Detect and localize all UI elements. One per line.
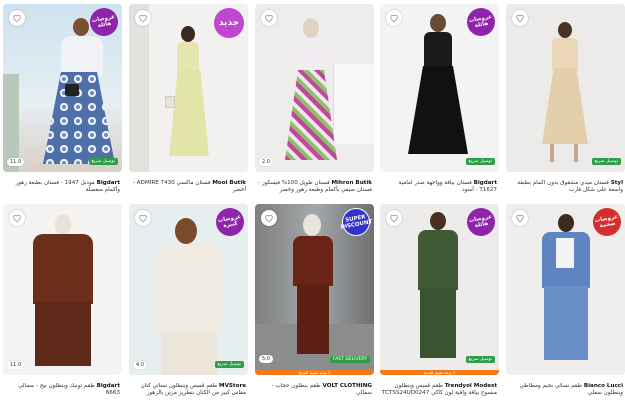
product-title[interactable]: Trendyol Modest طقم قميص وبنطلون منسوج ب… [380, 383, 499, 397]
brand-name: VOLT CLOTHING [322, 383, 372, 389]
product-image[interactable]: عروضات هائلة توصيل سريع [380, 4, 499, 172]
product-card[interactable]: عروضات ضخمة Bianco Lucci طقم نسائي بجيم … [506, 204, 625, 397]
promo-badge: عروضات كبيرة [213, 205, 247, 239]
product-title[interactable]: Mooi Butik فستان ماكسي ADMIRE 7430 - أخض… [129, 180, 248, 194]
product-card[interactable]: توصيل سريع Styl فستان ميدي مشقوق بدون أك… [506, 4, 625, 194]
favorite-heart-icon[interactable] [9, 210, 25, 226]
product-title[interactable]: Bianco Lucci طقم نسائي بجيم ومطاطي وبنطل… [506, 383, 625, 397]
shipping-badge: توصيل سريع [591, 158, 621, 165]
product-image[interactable]: عروضات هائلة 11.0 توصيل سريع [3, 4, 122, 172]
shipping-badge: توصيل سريع [88, 158, 118, 165]
favorite-heart-icon[interactable] [512, 210, 528, 226]
rating-badge: 2.0 [259, 158, 273, 166]
product-card[interactable]: 2.0 Mihron Butik فستان طويل 100% فيسكوز … [255, 4, 374, 194]
product-title[interactable]: Bigdart مودبل 1947 - فستان بطبعة زهور وأ… [3, 180, 122, 194]
favorite-heart-icon[interactable] [135, 210, 151, 226]
favorite-heart-icon[interactable] [135, 10, 151, 26]
brand-name: MVStore [219, 383, 246, 389]
product-image[interactable]: عروضات ضخمة [506, 204, 625, 375]
product-title[interactable]: Bigdart فستان بياقة وواجهة صدر أمامية T1… [380, 180, 499, 194]
favorite-heart-icon[interactable] [512, 10, 528, 26]
product-card[interactable]: 11.0 Bigdart طقم تونيك وبنطلون بيج - سما… [3, 204, 122, 397]
favorite-heart-icon[interactable] [386, 210, 402, 226]
product-title[interactable]: Bigdart طقم تونيك وبنطلون بيج - سمالي 66… [3, 383, 122, 397]
promo-badge: عروضات هائلة [464, 5, 498, 39]
rating-badge: 4.0 [133, 361, 147, 369]
promo-badge: عروضات هائلة [87, 5, 121, 39]
product-title[interactable]: MVStore طقم قميص وبنطلون نسائي كتان مقاس… [129, 383, 248, 397]
product-card[interactable]: عروضات هائلة توصيل سريع لا يوجد تقييم لل… [380, 204, 499, 397]
favorite-heart-icon[interactable] [261, 10, 277, 26]
product-card[interactable]: عروضات هائلة 11.0 توصيل سريع Bigdart مود… [3, 4, 122, 194]
promo-badge: عروضات هائلة [464, 205, 498, 239]
favorite-heart-icon[interactable] [9, 10, 25, 26]
new-badge: جديد [214, 8, 244, 38]
brand-name: Trendyol Modest [444, 383, 497, 389]
product-title[interactable]: Mihron Butik فستان طويل 100% فيسكوز - فس… [255, 180, 374, 194]
brand-name: Bigdart [473, 180, 497, 186]
brand-name: Mooi Butik [212, 180, 246, 186]
product-card[interactable]: جديد Mooi Butik فستان ماكسي ADMIRE 7430 … [129, 4, 248, 194]
favorite-heart-icon[interactable] [386, 10, 402, 26]
product-image[interactable]: SUPER DISCOUNT 5.0 FAST DELIVERY لا يوجد… [255, 204, 374, 375]
promo-badge: عروضات ضخمة [590, 205, 624, 239]
shipping-badge: توصيل سريع [465, 158, 495, 165]
product-image[interactable]: عروضات كبيرة 4.0 توصيل سريع [129, 204, 248, 375]
product-card[interactable]: SUPER DISCOUNT 5.0 FAST DELIVERY لا يوجد… [255, 204, 374, 397]
shipping-badge: FAST DELIVERY [330, 356, 370, 363]
product-title[interactable]: Styl فستان ميدي مشقوق بدون أكمام بطبقة و… [506, 180, 625, 194]
rating-badge: 11.0 [7, 158, 25, 166]
shipping-badge: توصيل سريع [465, 356, 495, 363]
shipping-badge: توصيل سريع [214, 361, 244, 368]
product-image[interactable]: 2.0 [255, 4, 374, 172]
brand-name: Mihron Butik [331, 180, 372, 186]
product-image[interactable]: جديد [129, 4, 248, 172]
favorite-heart-icon[interactable] [261, 210, 277, 226]
rating-badge: 5.0 [259, 355, 273, 363]
product-card[interactable]: عروضات كبيرة 4.0 توصيل سريع MVStore طقم … [129, 204, 248, 397]
product-title[interactable]: VOLT CLOTHING طقم بنطلون حجاب - سمالي [255, 383, 374, 397]
super-discount-badge: SUPER DISCOUNT [339, 205, 373, 239]
brand-name: Bigdart [96, 383, 120, 389]
brand-name: Bianco Lucci [583, 383, 623, 389]
rating-badge: 11.0 [7, 361, 25, 369]
product-image[interactable]: عروضات هائلة توصيل سريع لا يوجد تقييم لل… [380, 204, 499, 375]
product-image[interactable]: توصيل سريع [506, 4, 625, 172]
brand-name: Bigdart [96, 180, 120, 186]
product-image[interactable]: 11.0 [3, 204, 122, 375]
product-card[interactable]: عروضات هائلة توصيل سريع Bigdart فستان بي… [380, 4, 499, 194]
no-rating-strip: لا يوجد تقييم للمنتج [380, 370, 499, 375]
brand-name: Styl [610, 180, 623, 186]
no-rating-strip: لا يوجد تقييم للمنتج [255, 370, 374, 375]
